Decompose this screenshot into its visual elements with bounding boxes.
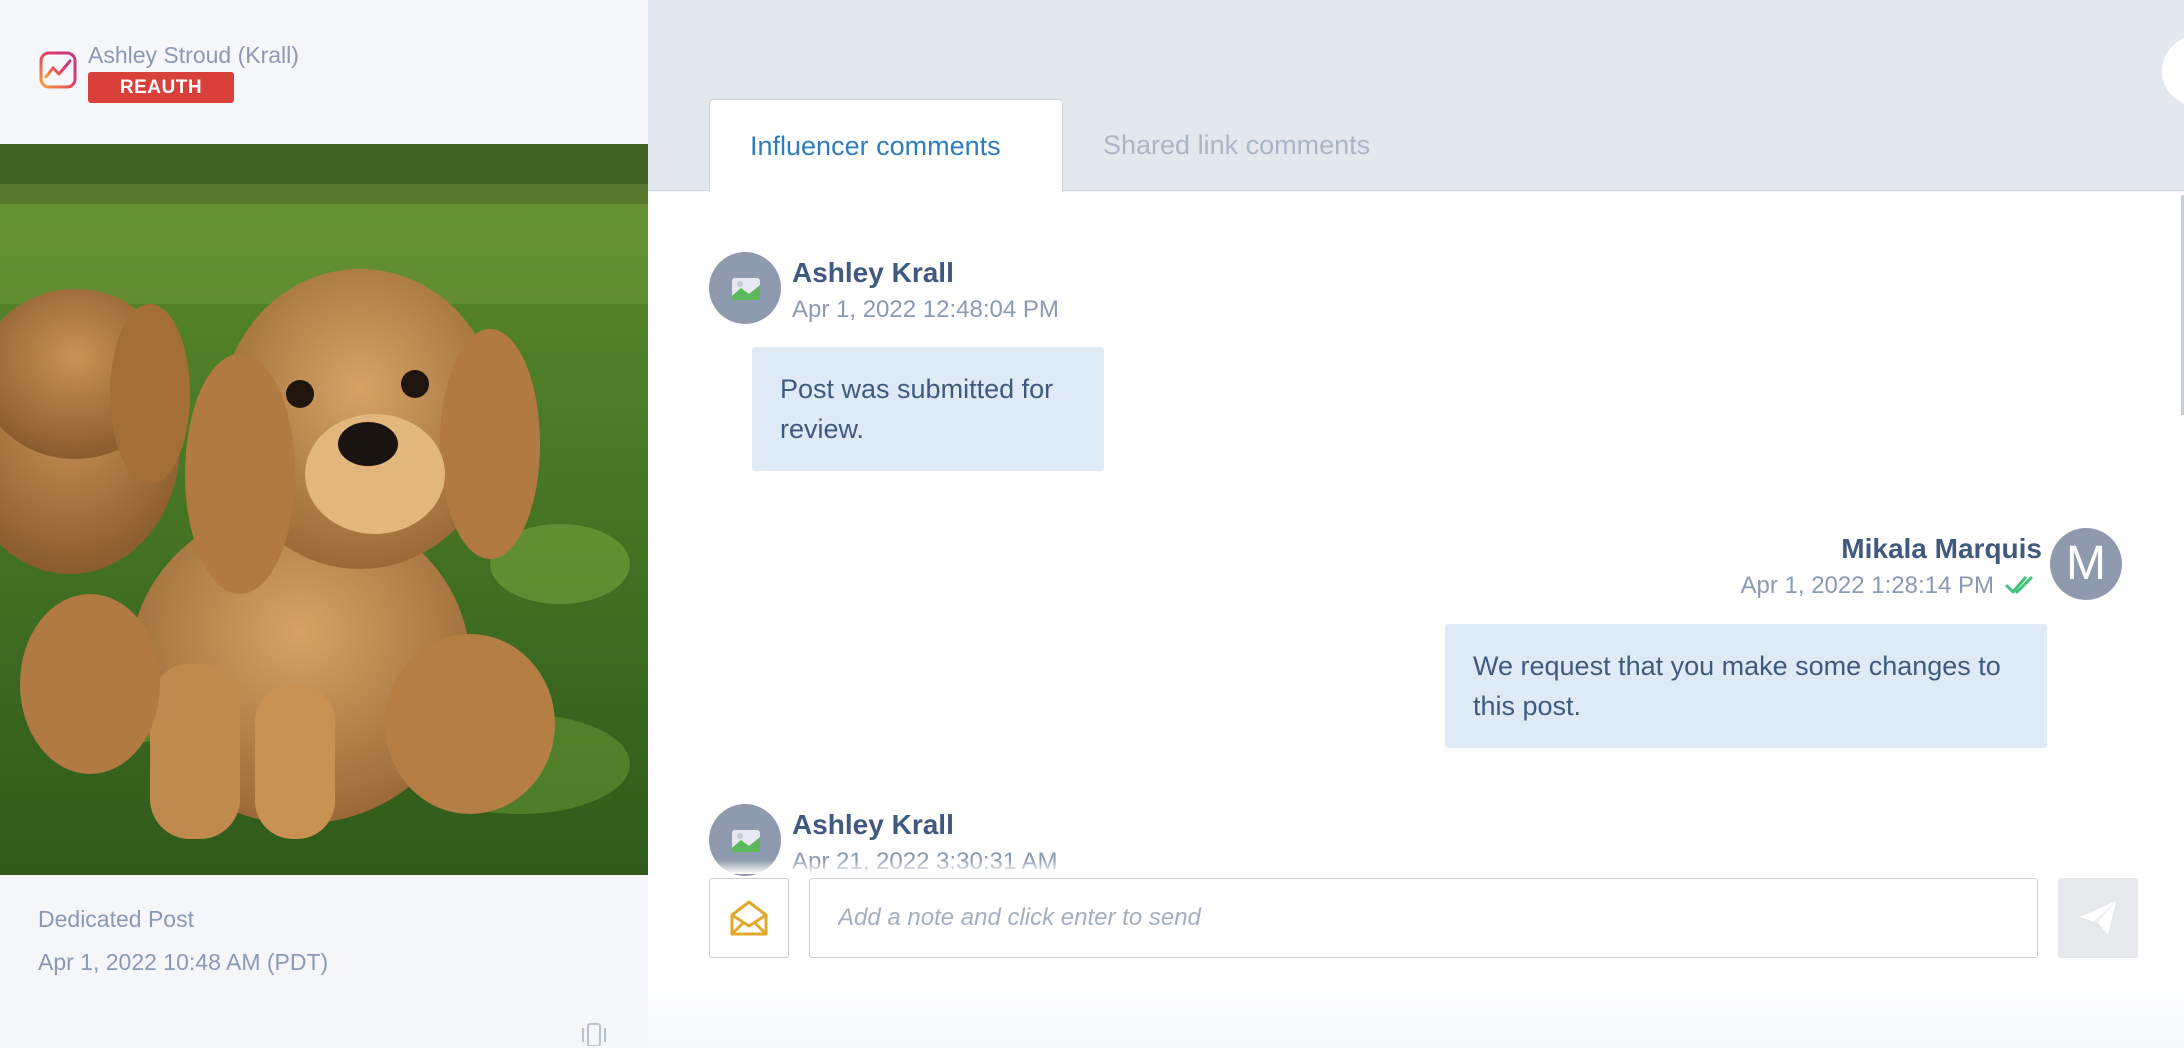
tab-bar: Influencer comments Shared link comments — [648, 0, 2184, 192]
instagram-icon — [39, 51, 77, 89]
comment-author: Ashley Krall — [792, 809, 954, 840]
post-type: Dedicated Post — [38, 906, 194, 932]
avatar: M — [2050, 528, 2122, 600]
tab-influencer-comments[interactable]: Influencer comments — [709, 99, 1063, 192]
footer-fade — [648, 980, 2184, 1048]
internal-note-toggle[interactable] — [709, 878, 789, 958]
post-panel: Ashley Stroud (Krall) REAUTH Dedicated P… — [0, 0, 648, 1048]
paper-plane-icon — [2080, 901, 2116, 935]
post-image — [0, 144, 648, 875]
envelope-open-icon — [730, 900, 768, 936]
comment-author: Ashley Krall — [792, 257, 954, 288]
send-button[interactable] — [2058, 878, 2138, 958]
scroll-fade — [648, 860, 2184, 874]
avatar-letter: M — [2066, 537, 2106, 590]
avatar — [709, 252, 781, 324]
comment-author: Mikala Marquis — [1841, 533, 2042, 564]
tab-shared-link-comments[interactable]: Shared link comments — [1063, 99, 1410, 192]
vibrate-icon — [582, 1023, 606, 1046]
image-placeholder-icon — [732, 278, 760, 300]
comment-bubble: Post was submitted for review. — [752, 347, 1104, 471]
note-input[interactable] — [809, 878, 2038, 958]
post-date: Apr 1, 2022 10:48 AM (PDT) — [38, 949, 329, 975]
comment-bubble: We request that you make some changes to… — [1445, 624, 2047, 748]
account-header: Ashley Stroud (Krall) REAUTH — [0, 0, 648, 144]
account-name: Ashley Stroud (Krall) — [88, 42, 299, 68]
reauth-button[interactable]: REAUTH — [88, 72, 234, 103]
comment-time: Apr 1, 2022 1:28:14 PM — [1740, 572, 1995, 599]
read-check-icon — [2005, 576, 2033, 594]
comment-time: Apr 1, 2022 12:48:04 PM — [792, 296, 1059, 323]
comments-panel: Influencer comments Shared link comments… — [648, 0, 2184, 1048]
